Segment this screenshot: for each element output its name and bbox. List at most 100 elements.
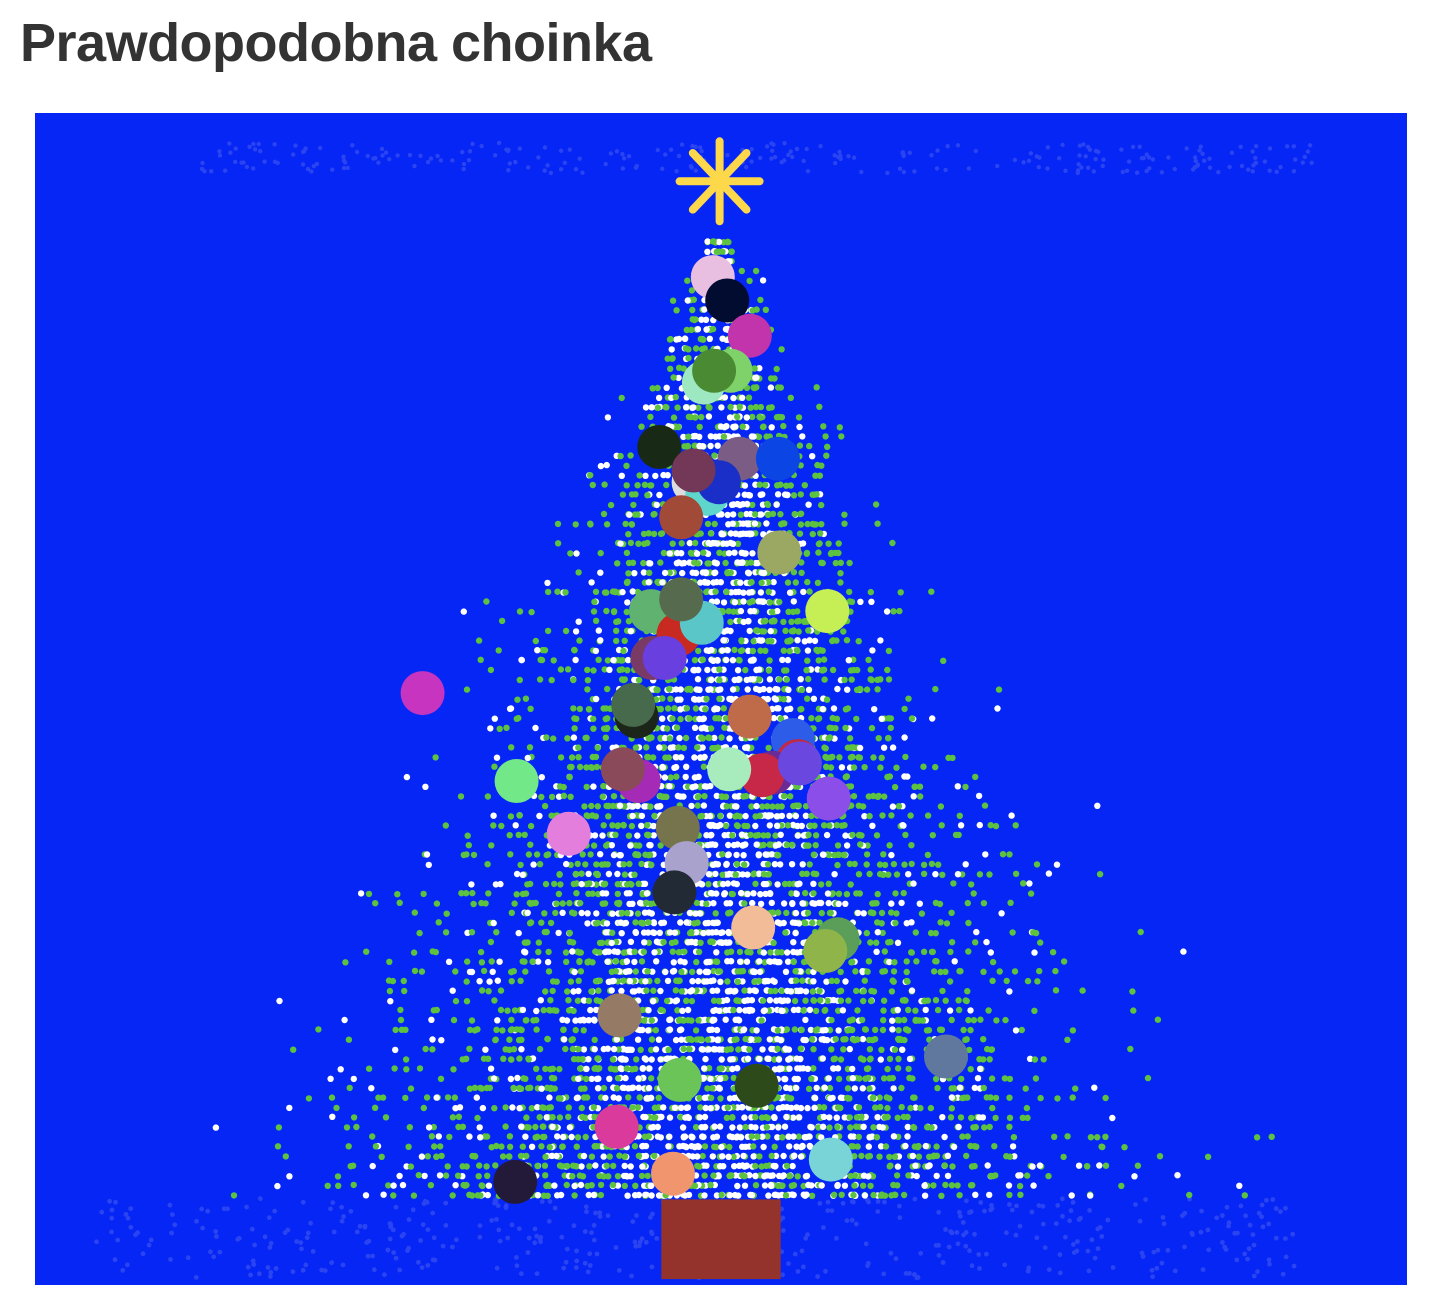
needle-dot (823, 452, 830, 459)
needle-dot (835, 890, 843, 897)
needle-dot (659, 695, 666, 702)
snow-dot (907, 1271, 912, 1276)
needle-dot (877, 637, 884, 644)
needle-dot (557, 754, 565, 761)
needle-dot (607, 501, 615, 509)
needle-dot (810, 890, 817, 897)
snow-dot (405, 1248, 410, 1253)
snow-dot (273, 1266, 279, 1271)
needle-dot (890, 608, 897, 615)
needle-dot (642, 978, 649, 985)
needle-dot (635, 676, 643, 684)
needle-dot (755, 977, 763, 985)
needle-dot (943, 920, 951, 927)
snow-dot (113, 1199, 118, 1205)
needle-dot (276, 997, 283, 1005)
needle-dot (685, 354, 692, 362)
needle-dot (713, 598, 721, 605)
needle-dot (872, 501, 880, 508)
needle-dot (804, 909, 812, 917)
snow-dot (1259, 1202, 1265, 1208)
snow-dot (425, 1263, 431, 1268)
needle-dot (619, 491, 627, 498)
needle-dot (553, 1007, 560, 1014)
needle-dot (1030, 929, 1037, 936)
snow-dot (382, 1272, 387, 1278)
snow-dot (564, 1246, 570, 1252)
needle-dot (774, 482, 781, 489)
needle-dot (644, 1027, 652, 1034)
needle-dot (572, 870, 580, 878)
needle-dot (685, 433, 692, 440)
chart-container (35, 113, 1407, 1285)
needle-dot (857, 686, 864, 693)
snow-dot (267, 1245, 273, 1250)
snow-dot (319, 1267, 325, 1273)
needle-dot (823, 831, 831, 839)
snow-dot (169, 1230, 175, 1236)
needle-dot (642, 472, 649, 479)
needle-dot (572, 1026, 579, 1034)
needle-dot (604, 861, 611, 868)
needle-dot (645, 579, 652, 586)
needle-dot (769, 510, 777, 518)
needle-dot (794, 618, 801, 625)
snow-dot (348, 1208, 354, 1214)
needle-dot (548, 676, 555, 684)
snow-dot (593, 1210, 598, 1216)
needle-dot (868, 987, 875, 995)
needle-dot (746, 599, 753, 606)
needle-dot (870, 754, 877, 761)
needle-dot (854, 909, 862, 917)
needle-dot (522, 890, 530, 897)
snow-dot (518, 1271, 524, 1277)
needle-dot (636, 472, 643, 479)
needle-dot (788, 861, 796, 868)
needle-dot (684, 939, 692, 946)
snow-dot (435, 153, 440, 159)
needle-dot (818, 501, 825, 509)
needle-dot (810, 997, 817, 1004)
needle-dot (751, 520, 759, 527)
needle-dot (629, 988, 637, 995)
needle-dot (682, 734, 690, 742)
needle-dot (932, 958, 939, 965)
snow-dot (1202, 158, 1207, 163)
snow-dot (1264, 1197, 1269, 1203)
needle-dot (652, 472, 659, 480)
needle-dot (936, 1026, 944, 1033)
needle-dot (691, 657, 699, 664)
needle-dot (805, 627, 812, 634)
needle-dot (463, 851, 470, 858)
needle-dot (652, 1046, 660, 1053)
needle-dot (863, 686, 871, 693)
needle-dot (628, 521, 636, 528)
needle-dot (972, 939, 979, 946)
snow-dot (245, 1264, 251, 1270)
needle-dot (908, 987, 916, 994)
needle-dot (706, 958, 713, 966)
snow-dot (1097, 1225, 1103, 1230)
needle-dot (646, 569, 653, 576)
snow-dot (443, 1200, 449, 1206)
needle-dot (816, 403, 823, 410)
needle-dot (810, 1046, 817, 1053)
snow-dot (213, 1229, 219, 1234)
snow-dot (497, 1238, 503, 1244)
snow-dot (430, 1257, 436, 1263)
needle-dot (677, 919, 684, 926)
needle-dot (964, 899, 971, 907)
needle-dot (695, 977, 702, 985)
needle-dot (518, 1046, 525, 1053)
needle-dot (844, 705, 852, 712)
needle-dot (762, 647, 769, 654)
needle-dot (964, 988, 971, 995)
snow-dot (1205, 1227, 1211, 1233)
needle-dot (525, 851, 533, 858)
needle-dot (638, 812, 646, 820)
snow-dot (1291, 169, 1297, 174)
snow-dot (272, 1208, 278, 1214)
needle-dot (508, 968, 515, 976)
needle-dot (666, 1026, 674, 1033)
needle-dot (880, 851, 887, 858)
